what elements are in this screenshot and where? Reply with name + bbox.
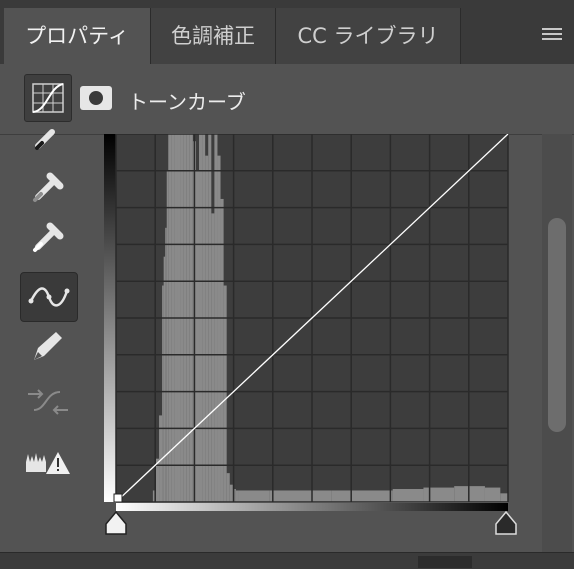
scrollbar-thumb[interactable] xyxy=(548,218,566,432)
output-gradient xyxy=(104,134,116,502)
tab-bar: プロパティ 色調補正 CC ライブラリ xyxy=(0,0,574,64)
histogram-bar xyxy=(195,170,200,502)
layer-mask-icon[interactable] xyxy=(80,86,112,110)
histogram-bar xyxy=(235,490,239,502)
smooth-curve-icon[interactable] xyxy=(20,378,76,426)
eyedropper-black-point-icon[interactable] xyxy=(20,120,76,168)
histogram-bar xyxy=(454,486,485,502)
tab-adjustments[interactable]: 色調補正 xyxy=(151,8,276,64)
adjustment-title: トーンカーブ xyxy=(128,90,246,114)
histogram-bar xyxy=(226,473,230,502)
pencil-draw-icon[interactable] xyxy=(20,326,76,374)
panel-footer xyxy=(0,552,574,569)
histogram-bar xyxy=(500,493,508,502)
eyedropper-gray-point-icon[interactable] xyxy=(20,164,76,212)
histogram-bar xyxy=(484,487,501,502)
panel-menu-icon[interactable] xyxy=(542,28,562,42)
black-point-slider[interactable] xyxy=(104,510,128,536)
curve-point-edit-icon[interactable] xyxy=(20,272,78,322)
histogram-bar xyxy=(166,170,169,502)
histogram-bar xyxy=(229,484,233,502)
histogram-bar xyxy=(238,490,270,502)
histogram-bar xyxy=(331,490,393,502)
histogram-bar xyxy=(165,227,167,502)
tone-curve-graph[interactable] xyxy=(104,134,510,502)
histogram-bar xyxy=(211,213,215,502)
tab-properties[interactable]: プロパティ xyxy=(4,8,151,64)
tool-column xyxy=(0,129,100,568)
curves-adjustment-icon[interactable] xyxy=(24,74,72,122)
clipping-warning-icon[interactable] xyxy=(20,438,76,486)
footer-button[interactable] xyxy=(418,556,472,568)
histogram-bar xyxy=(269,490,332,502)
curve-control-point[interactable] xyxy=(113,493,123,502)
eyedropper-white-point-icon[interactable] xyxy=(20,214,76,262)
histogram-bar xyxy=(423,487,455,502)
input-gradient xyxy=(116,503,508,511)
tab-cc-libraries[interactable]: CC ライブラリ xyxy=(276,8,461,64)
white-point-slider[interactable] xyxy=(494,510,518,536)
histogram-bar xyxy=(392,489,424,502)
